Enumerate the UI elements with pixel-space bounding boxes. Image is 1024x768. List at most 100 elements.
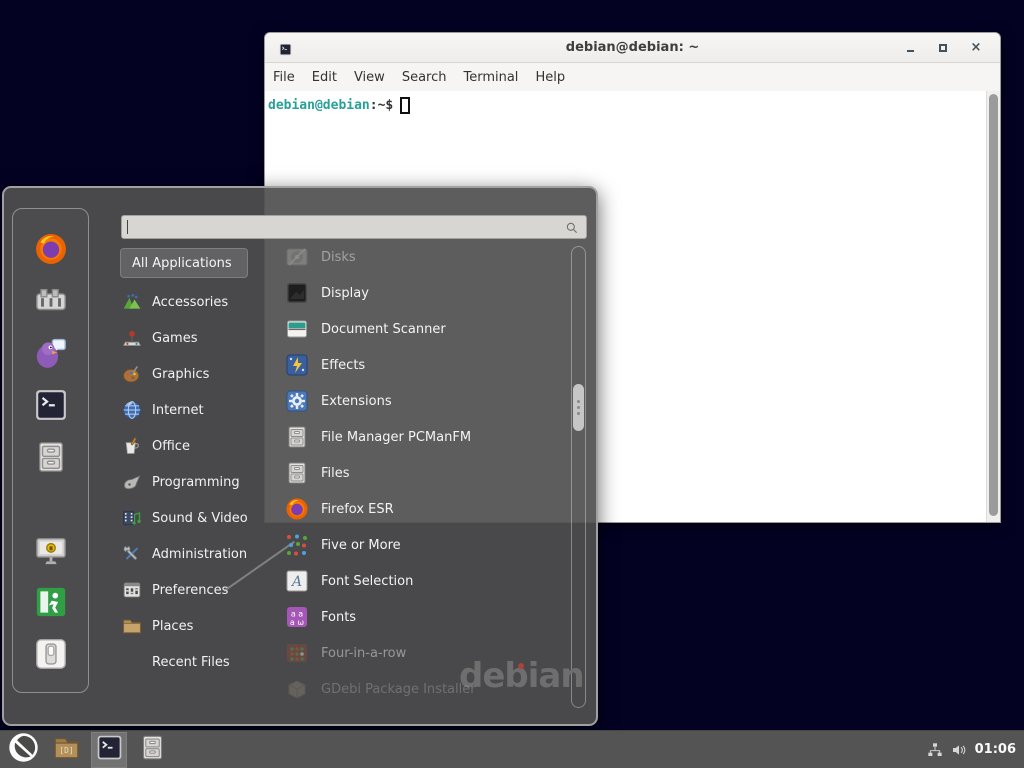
terminal-menu-edit[interactable]: Edit (312, 70, 337, 85)
category-label: Sound & Video (152, 511, 248, 526)
app-effects[interactable]: Effects (285, 347, 571, 383)
category-sound-video[interactable]: Sound & Video (118, 500, 270, 536)
category-label: Graphics (152, 367, 209, 382)
app-document-scanner[interactable]: Document Scanner (285, 311, 571, 347)
app-gdebi-package-installer[interactable]: GDebi Package Installer (285, 671, 571, 707)
svg-text:a ω: a ω (290, 618, 304, 627)
favorite-mixer[interactable] (34, 284, 68, 318)
app-file-manager-pcmanfm[interactable]: File Manager PCManFM (285, 419, 571, 455)
category-recent-files[interactable]: Recent Files (118, 644, 270, 680)
category-administration[interactable]: Administration (118, 536, 270, 572)
svg-text:A: A (290, 574, 302, 590)
volume-icon[interactable] (951, 742, 967, 758)
mixer-icon (34, 303, 68, 322)
app-extensions[interactable]: Extensions (285, 383, 571, 419)
prompt-path: :~$ (370, 98, 393, 113)
folder-icon: [D] (53, 734, 80, 765)
menu-scrollbar[interactable] (571, 246, 586, 708)
four-in-a-row-icon (285, 641, 309, 665)
search-input[interactable] (128, 216, 565, 238)
taskbar-menu-button[interactable] (6, 733, 40, 767)
category-preferences[interactable]: Preferences (118, 572, 270, 608)
terminal-menu-terminal[interactable]: Terminal (463, 70, 518, 85)
taskbar: [D] 01:06 (0, 730, 1024, 768)
terminal-menu-help[interactable]: Help (535, 70, 565, 85)
app-label: Document Scanner (321, 322, 446, 337)
category-label: Office (152, 439, 190, 454)
app-label: GDebi Package Installer (321, 682, 476, 697)
category-office[interactable]: Office (118, 428, 270, 464)
firefox-icon (285, 497, 309, 521)
category-list: All Applications AccessoriesGames Graphics… (118, 248, 270, 680)
taskbar-folder[interactable]: [D] (49, 733, 83, 767)
category-label: Preferences (152, 583, 228, 598)
preferences-icon (122, 580, 142, 600)
close-button[interactable]: × (966, 38, 986, 58)
search-box[interactable] (121, 215, 587, 239)
favorite-terminal[interactable] (34, 388, 68, 422)
file-cabinet-icon (285, 461, 309, 485)
taskbar-file-cabinet[interactable] (135, 733, 169, 767)
programming-icon (122, 472, 142, 492)
favorite-pidgin[interactable] (34, 336, 68, 370)
terminal-menu-search[interactable]: Search (402, 70, 447, 85)
display-icon (285, 281, 309, 305)
app-font-selection[interactable]: A Font Selection (285, 563, 571, 599)
lock-screen-icon (34, 552, 68, 571)
menu-button-icon (8, 732, 39, 767)
app-files[interactable]: Files (285, 455, 571, 491)
category-label: All Applications (132, 256, 232, 271)
logout-icon (34, 604, 68, 623)
prompt-user: debian@debian (268, 98, 370, 113)
network-icon[interactable] (927, 742, 943, 758)
favorite-file-cabinet[interactable] (34, 440, 68, 474)
close-icon: × (971, 41, 982, 54)
gdebi-icon (285, 677, 309, 701)
category-label: Internet (152, 403, 204, 418)
terminal-app-icon (279, 41, 292, 54)
app-label: Files (321, 466, 350, 481)
internet-icon (122, 400, 142, 420)
category-accessories[interactable]: Accessories (118, 284, 270, 320)
terminal-menu-view[interactable]: View (354, 70, 385, 85)
clock[interactable]: 01:06 (975, 742, 1016, 757)
category-places[interactable]: Places (118, 608, 270, 644)
terminal-icon (34, 407, 68, 426)
app-five-or-more[interactable]: Five or More (285, 527, 571, 563)
app-display[interactable]: Display (285, 275, 571, 311)
maximize-button[interactable] (933, 38, 953, 58)
app-firefox-esr[interactable]: Firefox ESR (285, 491, 571, 527)
favorite-shutdown[interactable] (34, 637, 68, 671)
favorites-panel (12, 208, 89, 693)
terminal-menu-file[interactable]: File (273, 70, 295, 85)
app-disks[interactable]: Disks (285, 239, 571, 275)
category-programming[interactable]: Programming (118, 464, 270, 500)
category-label: Administration (152, 547, 247, 562)
effects-icon (285, 353, 309, 377)
terminal-scrollbar-thumb[interactable] (989, 94, 998, 516)
category-games[interactable]: Games (118, 320, 270, 356)
pidgin-icon (34, 355, 68, 374)
category-all-applications[interactable]: All Applications (120, 248, 248, 278)
category-graphics[interactable]: Graphics (118, 356, 270, 392)
app-label: Five or More (321, 538, 401, 553)
app-four-in-a-row[interactable]: Four-in-a-row (285, 635, 571, 671)
minimize-icon (907, 50, 914, 52)
taskbar-terminal[interactable] (92, 733, 126, 767)
application-list: DisksDisplay Document Scanner EffectsExten… (285, 239, 571, 707)
category-label: Places (152, 619, 193, 634)
app-label: Font Selection (321, 574, 413, 589)
minimize-button[interactable] (900, 38, 920, 58)
terminal-titlebar[interactable]: debian@debian: ~ × (265, 33, 1000, 63)
file-cabinet-icon (34, 459, 68, 478)
favorite-firefox[interactable] (34, 232, 68, 266)
svg-text:[D]: [D] (59, 746, 73, 755)
favorite-logout[interactable] (34, 585, 68, 619)
app-fonts[interactable]: a aa ωFonts (285, 599, 571, 635)
sound-video-icon (122, 508, 142, 528)
favorite-lock-screen[interactable] (34, 533, 68, 567)
terminal-scrollbar[interactable] (986, 91, 1000, 522)
font-selection-icon: A (285, 569, 309, 593)
category-internet[interactable]: Internet (118, 392, 270, 428)
menu-scrollbar-thumb[interactable] (573, 384, 584, 431)
